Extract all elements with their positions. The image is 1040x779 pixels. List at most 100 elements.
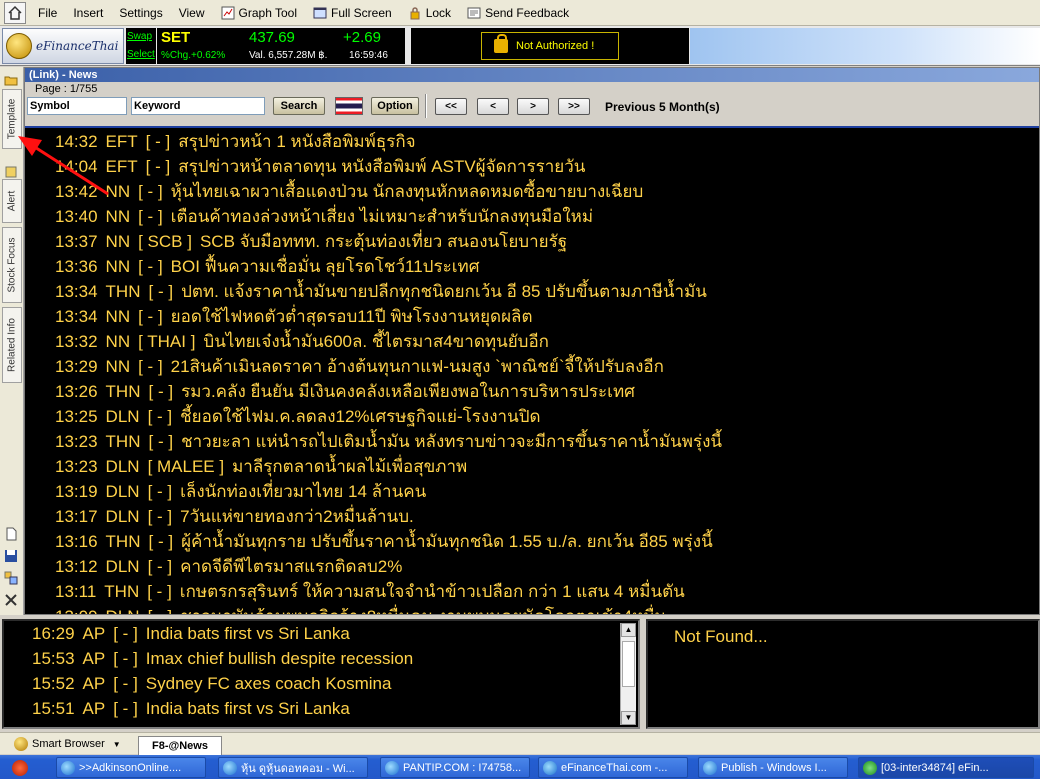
sidebar-tab-related-info-label: Related Info bbox=[6, 318, 18, 372]
news-detail-panel: Not Found... bbox=[646, 619, 1040, 729]
intl-symbol: [ - ] bbox=[113, 699, 138, 718]
sidebar-tab-related-info[interactable]: Related Info bbox=[2, 307, 22, 383]
intl-row[interactable]: 15:52 AP [ - ] Sydney FC axes coach Kosmina bbox=[4, 671, 638, 696]
auth-panel: Not Authorized ! bbox=[411, 28, 689, 64]
sidebar-tab-template[interactable]: Template bbox=[2, 89, 22, 149]
news-row[interactable]: 13:37 NN [ SCB ] SCB จับมือททท. กระตุ้นท่อง… bbox=[25, 229, 1039, 254]
news-headline: ชี้ยอดใช้ไฟม.ค.ลดลง12%เศรษฐกิจแย่-โรงงาน… bbox=[180, 407, 541, 426]
menu-insert[interactable]: Insert bbox=[65, 2, 111, 24]
taskbar-item-1[interactable]: หุ้น ดูหุ้นดอทคอม - Wi... bbox=[218, 757, 368, 778]
option-button[interactable]: Option bbox=[371, 97, 419, 115]
tab-f8-news[interactable]: F8-@News bbox=[138, 736, 222, 755]
news-time: 13:36 bbox=[55, 257, 98, 276]
news-row[interactable]: 13:29 NN [ - ] 21สินค้าเมินลดราคา อ้างต้นทุ… bbox=[25, 354, 1039, 379]
menu-lock-label: Lock bbox=[425, 5, 452, 20]
taskbar-item-3[interactable]: eFinanceThai.com -... bbox=[538, 757, 688, 778]
chevron-down-icon: ▼ bbox=[112, 739, 121, 749]
menu-file[interactable]: File bbox=[30, 2, 65, 24]
intl-row[interactable]: 16:29 AP [ - ] India bats first vs Sri Lank… bbox=[4, 621, 638, 646]
scroll-down-icon[interactable]: ▼ bbox=[621, 711, 636, 725]
news-row[interactable]: 13:12 DLN [ - ] คาดจีดีพีไตรมาสแรกติดลบ2% bbox=[25, 554, 1039, 579]
toolbar-divider bbox=[425, 94, 427, 118]
news-headline: หุ้นไทยเฉาผวาเสื้อแดงป่วน นักลงทุนหักหลด… bbox=[170, 182, 644, 201]
app-window: { "menubar": { "items": [ {"label": "Fil… bbox=[0, 0, 1040, 779]
news-source: DLN bbox=[105, 557, 140, 576]
news-symbol: [ - ] bbox=[138, 207, 163, 226]
intl-row[interactable]: 15:53 AP [ - ] Imax chief bullish despite r… bbox=[4, 646, 638, 671]
news-row[interactable]: 13:26 THN [ - ] รมว.คลัง ยืนยัน มีเงินคงคลั… bbox=[25, 379, 1039, 404]
symbol-input[interactable] bbox=[27, 97, 127, 115]
home-button[interactable] bbox=[4, 1, 26, 24]
detail-text: Not Found... bbox=[674, 627, 768, 646]
news-row[interactable]: 13:19 DLN [ - ] เล็งนักท่องเที่ยวมาไทย 14 ล… bbox=[25, 479, 1039, 504]
menu-send-feedback[interactable]: Send Feedback bbox=[459, 2, 577, 24]
news-row[interactable]: 14:32 EFT [ - ] สรุปข่าวหน้า 1 หนังสือพิมพ์… bbox=[25, 129, 1039, 154]
alert-icon[interactable] bbox=[4, 165, 18, 179]
scroll-up-icon[interactable]: ▲ bbox=[621, 623, 636, 637]
news-row[interactable]: 13:36 NN [ - ] BOI ฟื้นความเชื่อมั่น ลุยโรด… bbox=[25, 254, 1039, 279]
news-row[interactable]: 13:42 NN [ - ] หุ้นไทยเฉาผวาเสื้อแดงป่วน นั… bbox=[25, 179, 1039, 204]
left-sidebar: Template Alert Stock Focus Related Info bbox=[0, 67, 24, 615]
thai-flag-icon[interactable] bbox=[335, 97, 363, 115]
menu-lock[interactable]: Lock bbox=[400, 2, 459, 24]
news-toolbar: Page : 1/755 Search Option << < > >> Pre… bbox=[25, 82, 1039, 128]
news-row[interactable]: 13:23 THN [ - ] ชาวยะลา แห่นำรถไปเติมน้ำมัน… bbox=[25, 429, 1039, 454]
news-row[interactable]: 13:11 THN [ - ] เกษตรกรสุรินทร์ ให้ความสนใจ… bbox=[25, 579, 1039, 604]
percent-change: %Chg.+0.62% bbox=[161, 50, 226, 61]
keyword-input[interactable] bbox=[131, 97, 265, 115]
news-row[interactable]: 13:34 THN [ - ] ปตท. แจ้งราคาน้ำมันขายปลีกท… bbox=[25, 279, 1039, 304]
news-row[interactable]: 13:17 DLN [ - ] 7วันแห่ขายทองกว่า2หมื่นล้าน… bbox=[25, 504, 1039, 529]
lock-icon bbox=[410, 6, 420, 19]
news-headline: ชาวยะลา แห่นำรถไปเติมน้ำมัน หลังทราบข่าว… bbox=[181, 432, 723, 451]
news-symbol: [ - ] bbox=[147, 507, 173, 526]
menu-settings[interactable]: Settings bbox=[111, 2, 170, 24]
menu-view[interactable]: View bbox=[171, 2, 213, 24]
news-row[interactable]: 13:16 THN [ - ] ผู้ค้าน้ำมันทุกราย ปรับขึ้น… bbox=[25, 529, 1039, 554]
new-document-icon[interactable] bbox=[4, 527, 18, 541]
news-row[interactable]: 13:34 NN [ - ] ยอดใช้ไฟหดตัวต่ำสุดรอบ11ปี พ… bbox=[25, 304, 1039, 329]
sidebar-tab-alert[interactable]: Alert bbox=[2, 179, 22, 223]
graph-icon bbox=[221, 6, 235, 19]
news-row[interactable]: 13:25 DLN [ - ] ชี้ยอดใช้ไฟม.ค.ลดลง12%เศรษฐ… bbox=[25, 404, 1039, 429]
menu-graph-tool[interactable]: Graph Tool bbox=[213, 2, 305, 24]
intl-headline: Imax chief bullish despite recession bbox=[145, 649, 414, 668]
menu-full-screen[interactable]: Full Screen bbox=[305, 2, 400, 24]
intl-row[interactable]: 15:51 AP [ - ] India bats first vs Sri Lank… bbox=[4, 696, 638, 721]
scroll-thumb[interactable] bbox=[622, 641, 635, 687]
news-headline: ผู้ค้าน้ำมันทุกราย ปรับขึ้นราคาน้ำมันทุก… bbox=[181, 532, 713, 551]
news-time: 13:26 bbox=[55, 382, 98, 401]
intl-news-scrollbar[interactable]: ▲ ▼ bbox=[620, 623, 636, 725]
layout-icon[interactable] bbox=[4, 571, 18, 585]
swap-link[interactable]: Swap bbox=[126, 28, 156, 46]
record-icon[interactable] bbox=[12, 760, 28, 776]
intl-source: AP bbox=[82, 674, 106, 693]
next-page-button[interactable]: > bbox=[517, 98, 549, 115]
news-time: 13:25 bbox=[55, 407, 98, 426]
folder-icon[interactable] bbox=[4, 73, 18, 87]
search-button[interactable]: Search bbox=[273, 97, 325, 115]
news-source: EFT bbox=[105, 157, 138, 176]
taskbar-item-5[interactable]: [03-inter34874] eFin... bbox=[858, 757, 1034, 778]
news-row[interactable]: 13:32 NN [ THAI ] บินไทยเจ๋งน้ำมัน600ล. ชี้… bbox=[25, 329, 1039, 354]
news-row[interactable]: 13:23 DLN [ MALEE ] มาลีรุกตลาดน้ำผลไม้เพื่… bbox=[25, 454, 1039, 479]
news-source: DLN bbox=[105, 507, 140, 526]
prev-page-button[interactable]: < bbox=[477, 98, 509, 115]
taskbar-item-2[interactable]: PANTIP.COM : I74758... bbox=[380, 757, 530, 778]
select-link[interactable]: Select bbox=[126, 46, 156, 64]
browser-icon bbox=[385, 760, 399, 775]
sidebar-tab-stock-focus[interactable]: Stock Focus bbox=[2, 227, 22, 303]
taskbar-item-4[interactable]: Publish - Windows I... bbox=[698, 757, 848, 778]
smart-browser-button[interactable]: Smart Browser ▼ bbox=[14, 735, 121, 753]
index-change: +2.69 bbox=[343, 29, 381, 46]
news-panel: (Link) - News Page : 1/755 Search Option… bbox=[24, 67, 1040, 615]
news-row[interactable]: 13:09 DLN [ - ] ชาวนาพันล้านพบกลิกว้าง8หมื่… bbox=[25, 604, 1039, 614]
taskbar-item-0[interactable]: >>AdkinsonOnline.... bbox=[56, 757, 206, 778]
close-icon[interactable] bbox=[4, 593, 18, 607]
efinancethai-logo: eFinanceThai bbox=[2, 28, 124, 64]
news-headline: ปตท. แจ้งราคาน้ำมันขายปลีกทุกชนิดยกเว้น … bbox=[181, 282, 707, 301]
news-row[interactable]: 13:40 NN [ - ] เตือนค้าทองล่วงหน้าเสี่ยง ไม… bbox=[25, 204, 1039, 229]
save-icon[interactable] bbox=[4, 549, 18, 563]
last-page-button[interactable]: >> bbox=[558, 98, 590, 115]
news-row[interactable]: 14:04 EFT [ - ] สรุปข่าวหน้าตลาดทุน หนังสือ… bbox=[25, 154, 1039, 179]
first-page-button[interactable]: << bbox=[435, 98, 467, 115]
